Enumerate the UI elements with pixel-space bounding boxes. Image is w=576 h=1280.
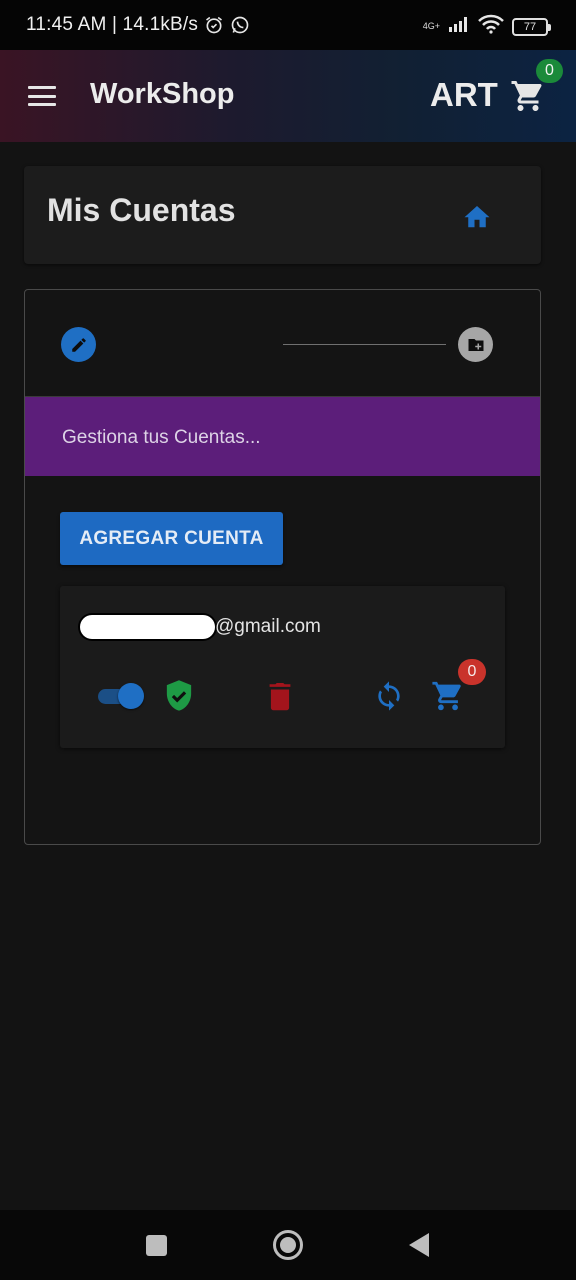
email-domain: @gmail.com — [215, 616, 321, 637]
page-title: Mis Cuentas — [47, 192, 236, 228]
refresh-icon[interactable] — [373, 680, 405, 712]
step-edit[interactable] — [61, 327, 96, 362]
home-circle-icon[interactable] — [272, 1229, 304, 1261]
add-account-button[interactable]: AGREGAR CUENTA — [60, 512, 283, 565]
delete-icon[interactable] — [267, 680, 293, 712]
battery-icon: 77 — [512, 17, 551, 36]
wifi-icon — [478, 14, 504, 39]
signal-icon — [448, 15, 470, 38]
back-triangle-icon[interactable] — [407, 1232, 431, 1258]
system-nav-bar — [0, 1210, 576, 1280]
cart-count-badge: 0 — [536, 59, 563, 83]
menu-icon[interactable] — [28, 86, 56, 106]
account-toggle[interactable] — [98, 683, 144, 709]
store-label: ART — [430, 76, 498, 113]
home-icon[interactable] — [462, 202, 492, 230]
accounts-stepper: Gestiona tus Cuentas... AGREGAR CUENTA @… — [24, 289, 541, 845]
header-card: Mis Cuentas — [24, 166, 541, 264]
status-time: 11:45 AM | 14.1kB/s — [26, 14, 199, 35]
account-cart-badge: 0 — [458, 659, 486, 685]
step-create-folder[interactable] — [458, 327, 493, 362]
app-title: WorkShop — [90, 78, 235, 110]
verified-shield-icon — [164, 679, 194, 713]
account-card: @gmail.com 0 — [60, 586, 505, 748]
create-folder-icon — [468, 338, 483, 351]
account-cart-icon[interactable] — [431, 679, 465, 713]
cart-icon[interactable] — [510, 78, 546, 114]
network-type: 4G+ — [422, 21, 440, 31]
edit-icon — [71, 337, 86, 352]
status-bar: 11:45 AM | 14.1kB/s 4G+ 77 — [0, 0, 576, 50]
step-connector — [283, 344, 446, 345]
battery-level: 77 — [523, 20, 537, 33]
email-redacted — [80, 615, 215, 639]
recents-square-icon[interactable] — [146, 1235, 167, 1256]
app-bar: WorkShop ART — [0, 50, 576, 142]
whatsapp-icon — [230, 15, 250, 35]
alarm-icon — [204, 15, 224, 35]
banner-text: Gestiona tus Cuentas... — [62, 427, 261, 448]
info-banner: Gestiona tus Cuentas... — [25, 397, 540, 476]
